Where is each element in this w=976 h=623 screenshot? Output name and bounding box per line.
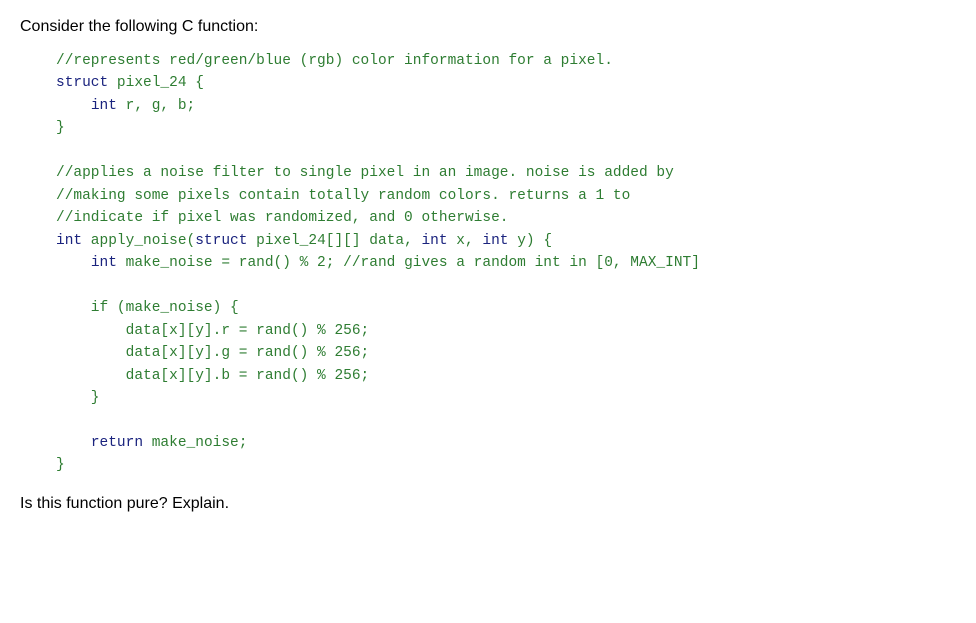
intro-text: Consider the following C function: (20, 18, 956, 36)
comment-line-4: //indicate if pixel was randomized, and … (56, 207, 956, 229)
return-line: return make_noise; (56, 432, 956, 454)
struct-body-line: int r, g, b; (56, 95, 956, 117)
make-noise-line: int make_noise = rand() % 2; //rand give… (56, 252, 956, 274)
comment-line-1: //represents red/green/blue (rgb) color … (56, 50, 956, 72)
struct-open-line: struct pixel_24 { (56, 72, 956, 94)
assign-r-line: data[x][y].r = rand() % 256; (56, 320, 956, 342)
func-sig-line: int apply_noise(struct pixel_24[][] data… (56, 230, 956, 252)
if-open-line: if (make_noise) { (56, 297, 956, 319)
blank-1 (56, 140, 956, 162)
blank-3 (56, 410, 956, 432)
assign-g-line: data[x][y].g = rand() % 256; (56, 342, 956, 364)
struct-close-line: } (56, 117, 956, 139)
comment-line-3: //making some pixels contain totally ran… (56, 185, 956, 207)
assign-b-line: data[x][y].b = rand() % 256; (56, 365, 956, 387)
comment-line-2: //applies a noise filter to single pixel… (56, 162, 956, 184)
func-close-line: } (56, 454, 956, 476)
if-close-line: } (56, 387, 956, 409)
blank-2 (56, 275, 956, 297)
question-text: Is this function pure? Explain. (20, 495, 956, 513)
code-block: //represents red/green/blue (rgb) color … (56, 50, 956, 477)
